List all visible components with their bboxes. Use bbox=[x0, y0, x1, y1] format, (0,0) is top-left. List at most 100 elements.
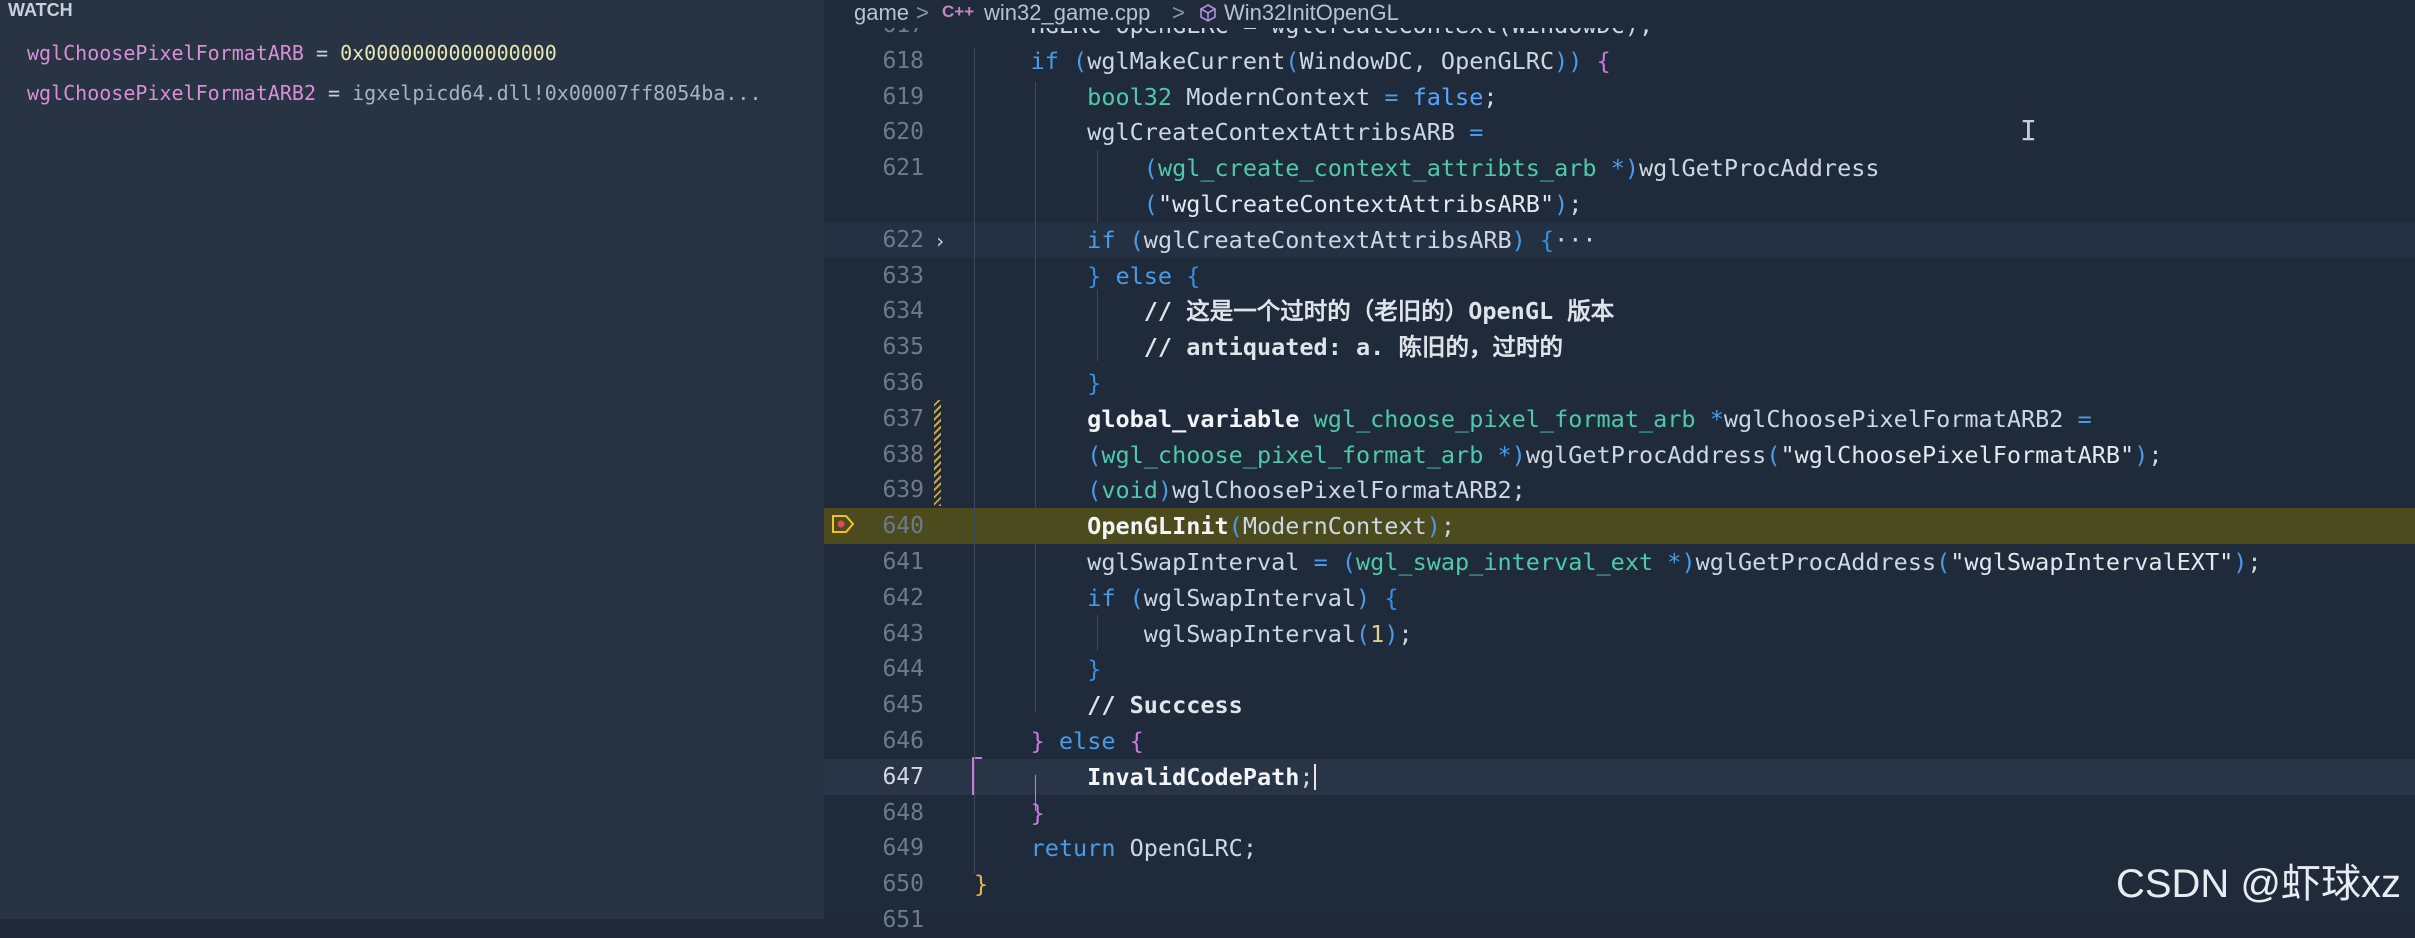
code-token: ( bbox=[1341, 548, 1357, 576]
code-token: } bbox=[974, 870, 989, 899]
code-token: ) bbox=[1511, 225, 1526, 254]
code-token: ModernContext bbox=[1242, 512, 1427, 541]
code-line[interactable]: ("wglCreateContextAttribsARB"); bbox=[824, 186, 2415, 222]
code-line[interactable]: 622 if (wglCreateContextAttribsARB) {··· bbox=[824, 221, 2415, 258]
code-token: = bbox=[1384, 82, 1413, 111]
code-line[interactable]: 647 InvalidCodePath; bbox=[824, 756, 2415, 795]
code-line[interactable]: 639 (void)wglChoosePixelFormatARB2; bbox=[824, 472, 2415, 508]
code-line[interactable]: 618 if (wglMakeCurrent(WindowDC, OpenGLR… bbox=[824, 43, 2415, 79]
code-token: ( bbox=[1143, 190, 1158, 218]
mouse-ibeam-cursor-icon: I bbox=[2020, 114, 2037, 147]
code-line[interactable]: 634 // 这是一个过时的（老旧的）OpenGL 版本 bbox=[824, 293, 2415, 329]
line-number: 650 bbox=[882, 871, 924, 898]
code-token: = bbox=[1469, 118, 1484, 147]
git-change-marker[interactable] bbox=[934, 400, 941, 506]
code-line[interactable]: 621 (wgl_create_context_attribts_arb *)w… bbox=[824, 150, 2415, 186]
code-token: wglSwapInterval bbox=[1143, 583, 1357, 612]
line-number: 634 bbox=[882, 298, 924, 325]
code-text: if (wglCreateContextAttribsARB) {··· bbox=[974, 222, 1596, 258]
indent-guide bbox=[1097, 615, 1098, 651]
code-editor[interactable]: 617 HGLRC OpenGLRC = wglCreateContext(Wi… bbox=[824, 0, 2415, 933]
fold-chevron-right-icon[interactable]: › bbox=[934, 223, 946, 259]
code-line[interactable]: 640 OpenGLInit(ModernContext); bbox=[824, 508, 2415, 545]
code-token: "wglChoosePixelFormatARB" bbox=[1780, 440, 2135, 469]
breadcrumb-folder[interactable]: game bbox=[854, 0, 909, 26]
code-text: } bbox=[974, 651, 1101, 687]
code-token: else bbox=[1044, 727, 1130, 755]
code-line[interactable]: 645 // Succcess bbox=[824, 687, 2415, 723]
code-token: { bbox=[1539, 225, 1555, 254]
watch-item-eq: = bbox=[303, 41, 341, 65]
code-text: OpenGLInit(ModernContext); bbox=[974, 508, 1455, 544]
code-token: OpenGLInit bbox=[974, 512, 1229, 541]
code-token: ) bbox=[1384, 619, 1399, 648]
watch-panel: WATCH wglChoosePixelFormatARB = 0x000000… bbox=[0, 0, 824, 919]
cube-method-icon bbox=[1200, 4, 1216, 22]
code-token: // Succcess bbox=[974, 691, 1243, 720]
code-line[interactable]: 642 if (wglSwapInterval) { bbox=[824, 580, 2415, 616]
code-line[interactable]: 637 global_variable wgl_choose_pixel_for… bbox=[824, 401, 2415, 437]
code-token: ( bbox=[1936, 548, 1951, 576]
code-token: ) bbox=[1681, 548, 1696, 576]
code-token: global_variable bbox=[974, 404, 1314, 433]
current-execution-breakpoint-icon[interactable] bbox=[832, 515, 854, 533]
code-token: // 这是一个过时的（老旧的）OpenGL 版本 bbox=[974, 297, 1615, 326]
line-number: 651 bbox=[882, 907, 924, 933]
code-token: false bbox=[1412, 82, 1484, 111]
code-text: InvalidCodePath; bbox=[974, 759, 1316, 795]
watch-item[interactable]: wglChoosePixelFormatARB = 0x000000000000… bbox=[27, 35, 817, 71]
code-line[interactable]: 648 } bbox=[824, 795, 2415, 831]
code-token: ) bbox=[1624, 154, 1639, 183]
code-token: ; bbox=[2247, 548, 2262, 576]
code-line[interactable]: 636 } bbox=[824, 365, 2415, 401]
code-token: ) bbox=[2134, 440, 2149, 469]
line-number: 644 bbox=[882, 656, 924, 683]
line-number: 636 bbox=[882, 370, 924, 396]
code-line[interactable]: 635 // antiquated: a. 陈旧的，过时的 bbox=[824, 329, 2415, 365]
breadcrumb-separator: > bbox=[916, 0, 929, 25]
code-text: } else { bbox=[974, 258, 1200, 294]
code-text: return OpenGLRC; bbox=[974, 830, 1257, 866]
breadcrumb-file[interactable]: win32_game.cpp bbox=[984, 0, 1150, 26]
code-line[interactable]: 633 } else { bbox=[824, 258, 2415, 294]
cpp-file-icon: C++ bbox=[942, 2, 975, 21]
breadcrumb-symbol[interactable]: Win32InitOpenGL bbox=[1224, 0, 1399, 26]
code-text: if (wglSwapInterval) { bbox=[974, 580, 1398, 616]
code-line[interactable]: 620 wglCreateContextAttribsARB = bbox=[824, 114, 2415, 150]
code-text: } bbox=[974, 365, 1101, 401]
code-line[interactable]: 646 } else { bbox=[824, 723, 2415, 759]
code-token: ; bbox=[2148, 440, 2163, 469]
code-token: wglCreateContextAttribsARB bbox=[1143, 225, 1512, 254]
code-token: ( bbox=[1087, 440, 1102, 469]
line-number: 648 bbox=[882, 799, 924, 826]
code-line[interactable]: 638 (wgl_choose_pixel_format_arb *)wglGe… bbox=[824, 437, 2415, 473]
code-text: // Succcess bbox=[974, 687, 1243, 723]
code-line[interactable]: 644 } bbox=[824, 651, 2415, 687]
watch-item-eq: = bbox=[315, 81, 353, 105]
watermark: CSDN @虾球xz bbox=[2115, 862, 2401, 906]
code-token: } bbox=[974, 369, 1102, 397]
code-line[interactable]: 619 bool32 ModernContext = false; bbox=[824, 79, 2415, 115]
watch-item[interactable]: wglChoosePixelFormatARB2 = igxelpicd64.d… bbox=[27, 75, 817, 111]
line-number: 639 bbox=[882, 477, 924, 504]
code-token: wglGetProcAddress bbox=[1525, 440, 1767, 469]
code-token: wgl_swap_interval_ext bbox=[1356, 548, 1668, 576]
code-token: ( bbox=[1143, 154, 1158, 183]
code-token: } bbox=[974, 261, 1102, 290]
code-token: if bbox=[974, 225, 1130, 254]
code-token: ; bbox=[1398, 619, 1413, 648]
text-caret bbox=[1313, 763, 1316, 790]
code-token: return bbox=[974, 834, 1130, 863]
code-text: bool32 ModernContext = false; bbox=[974, 79, 1497, 115]
code-token: // antiquated: a. 陈旧的，过时的 bbox=[974, 333, 1563, 362]
code-text: global_variable wgl_choose_pixel_format_… bbox=[974, 401, 2092, 437]
code-token: wglChoosePixelFormatARB2 bbox=[1723, 404, 2078, 433]
code-token: wglSwapInterval bbox=[974, 619, 1357, 648]
code-token: ; bbox=[1440, 512, 1456, 541]
code-token: wgl_create_context_attribts_arb bbox=[1157, 154, 1611, 183]
code-token: wglMakeCurrent bbox=[1087, 46, 1286, 75]
code-line[interactable]: 641 wglSwapInterval = (wgl_swap_interval… bbox=[824, 544, 2415, 580]
line-number: 619 bbox=[882, 83, 924, 110]
code-line[interactable]: 643 wglSwapInterval(1); bbox=[824, 616, 2415, 652]
